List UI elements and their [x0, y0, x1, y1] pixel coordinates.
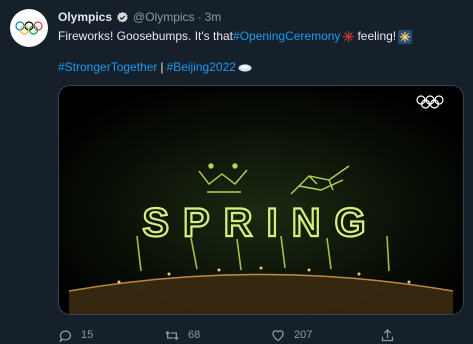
firework-text: SPRING: [142, 201, 379, 245]
snow-emoji-icon: [238, 63, 252, 73]
text-part-1: Fireworks! Goosebumps. It's that: [58, 29, 234, 43]
verified-badge-icon: [116, 11, 129, 24]
reply-button[interactable]: 15: [58, 328, 93, 343]
like-button[interactable]: 207: [270, 328, 312, 343]
hashtag-opening-ceremony[interactable]: #OpeningCeremony: [233, 28, 340, 45]
like-count: 207: [294, 329, 313, 341]
sparkler-emoji-icon: [398, 29, 413, 44]
reply-icon: [59, 330, 72, 343]
heart-icon: [272, 329, 284, 341]
firework-emoji-icon: [342, 30, 355, 43]
author-handle[interactable]: @Olympics: [133, 10, 195, 24]
retweet-count: 68: [188, 329, 201, 341]
tweet: Olympics @Olympics · 3m Fireworks! Goose…: [58, 8, 464, 343]
avatar[interactable]: [10, 9, 48, 47]
tweet-time[interactable]: 3m: [205, 10, 222, 24]
hashtag-stronger-together[interactable]: #StrongerTogether: [58, 59, 157, 76]
share-icon: [381, 328, 394, 341]
author-name[interactable]: Olympics: [58, 10, 112, 24]
retweet-button[interactable]: 68: [164, 328, 200, 343]
tweet-text: Fireworks! Goosebumps. It's that #Openin…: [58, 28, 464, 76]
hashtag-beijing-2022[interactable]: #Beijing2022: [167, 59, 236, 76]
text-part-2: feeling!: [357, 29, 397, 43]
separator-dot: ·: [197, 10, 202, 24]
separator: |: [160, 60, 164, 74]
tweet-header: Olympics @Olympics · 3m: [58, 8, 464, 26]
share-button[interactable]: [380, 328, 395, 343]
reply-count: 15: [81, 329, 94, 341]
tweet-video[interactable]: SPRING: [58, 85, 464, 315]
retweet-icon: [165, 330, 179, 340]
tweet-actions: 15 68 207: [58, 326, 464, 344]
olympic-rings-icon: [15, 21, 43, 35]
